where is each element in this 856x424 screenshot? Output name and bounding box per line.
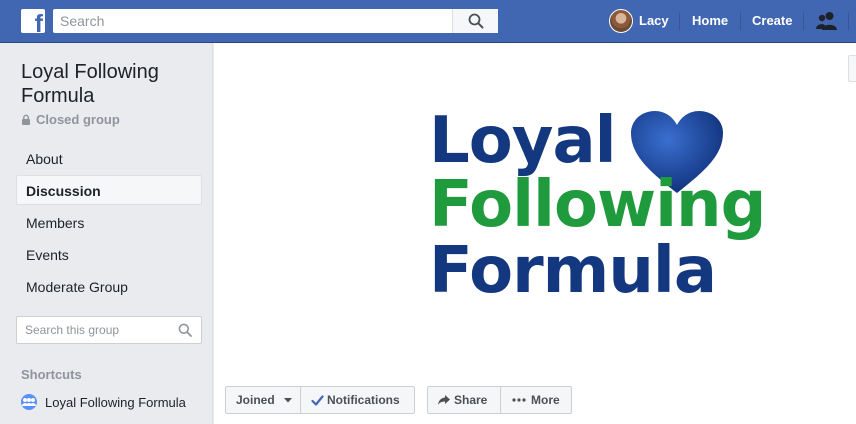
group-privacy-text: Closed group — [36, 112, 120, 127]
share-button[interactable]: Share — [427, 386, 501, 414]
shortcut-label: Loyal Following Formula — [45, 395, 186, 410]
home-link[interactable]: Home — [692, 9, 728, 33]
cover-logo-line: Formula — [429, 234, 717, 308]
joined-button[interactable]: Joined — [225, 386, 301, 414]
caret-down-icon — [284, 398, 293, 403]
top-navigation-bar: f Lacy Home Create — [0, 0, 856, 43]
more-label: More — [531, 393, 560, 407]
search-button[interactable] — [452, 9, 498, 33]
share-label: Share — [454, 393, 488, 407]
notifications-button[interactable]: Notifications — [300, 386, 415, 414]
cover-logo-line: Following — [429, 168, 766, 242]
group-search — [16, 316, 202, 344]
group-main-content: Loyal Following Formula Joined Notificat… — [214, 43, 856, 424]
sidebar-item-discussion[interactable]: Discussion — [16, 175, 202, 205]
share-arrow-icon — [438, 395, 450, 405]
shortcuts-heading: Shortcuts — [21, 367, 82, 382]
notifications-label: Notifications — [327, 393, 400, 407]
shortcut-item[interactable]: Loyal Following Formula — [21, 394, 186, 412]
facebook-logo-icon[interactable]: f — [21, 9, 45, 33]
search-icon — [468, 13, 484, 29]
cover-logo-line: Loyal — [429, 104, 617, 178]
profile-name: Lacy — [639, 13, 669, 28]
sidebar-item-events[interactable]: Events — [16, 239, 202, 269]
sidebar-item-members[interactable]: Members — [16, 207, 202, 237]
global-search-input[interactable] — [53, 9, 451, 33]
check-icon — [311, 395, 324, 406]
global-search — [53, 9, 498, 33]
group-search-input[interactable] — [17, 317, 167, 343]
nav-divider — [848, 12, 849, 30]
cover-edit-tab[interactable] — [848, 55, 856, 82]
nav-divider — [679, 12, 680, 30]
sidebar-item-about[interactable]: About — [16, 143, 202, 173]
create-link[interactable]: Create — [752, 9, 792, 33]
group-icon — [21, 394, 37, 410]
joined-label: Joined — [236, 393, 275, 407]
lock-icon — [22, 114, 30, 125]
sidebar-item-moderate-group[interactable]: Moderate Group — [16, 271, 202, 301]
nav-divider — [740, 12, 741, 30]
group-cover-photo[interactable]: Loyal Following Formula — [429, 105, 789, 305]
group-navigation: About Discussion Members Events Moderate… — [16, 143, 202, 303]
nav-divider — [803, 12, 804, 30]
friend-requests-icon[interactable] — [816, 11, 838, 31]
group-sidebar: Loyal Following Formula Closed group Abo… — [0, 43, 213, 424]
group-title[interactable]: Loyal Following Formula — [21, 60, 206, 108]
more-dots-icon — [512, 398, 526, 402]
search-icon[interactable] — [178, 323, 192, 337]
avatar — [609, 9, 633, 33]
group-privacy-label: Closed group — [21, 112, 120, 128]
more-button[interactable]: More — [500, 386, 572, 414]
